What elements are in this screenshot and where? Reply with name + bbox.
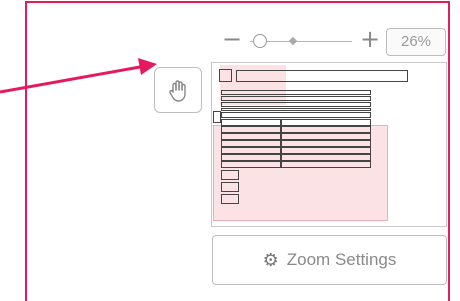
minimap-title-bar (236, 70, 408, 82)
minimap-table-row (281, 147, 371, 154)
minimap-table-row (221, 133, 281, 140)
minimap-block (221, 96, 371, 101)
minimap-table-row (281, 161, 371, 168)
zoom-settings-button[interactable]: ⚙ Zoom Settings (212, 235, 447, 285)
zoom-slider-thumb[interactable] (253, 34, 267, 48)
minimap-small-cell (221, 194, 239, 204)
minimap-table-row (281, 119, 371, 126)
hand-pan-icon (169, 80, 186, 102)
minimap-checkbox (219, 69, 232, 82)
minimap-table-header (221, 112, 371, 118)
minimap-table-row (281, 154, 371, 161)
minimap-table-row (221, 147, 281, 154)
minimap-table-row (281, 133, 371, 140)
minimap-table-row (281, 126, 371, 133)
page-navigator-minimap[interactable] (211, 62, 447, 227)
minimap-table-row (221, 140, 281, 147)
zoom-in-button[interactable]: + (360, 27, 380, 51)
hand-tool-button[interactable] (154, 67, 202, 113)
minimap-table-row (281, 140, 371, 147)
minimap-block (221, 102, 371, 107)
minimap-small-cell (221, 182, 239, 192)
minimap-block (221, 108, 371, 111)
minimap-table-row (221, 126, 281, 133)
minimap-left-edge (213, 111, 221, 123)
minimap-table-row (221, 119, 281, 126)
minimap-table-row (221, 161, 281, 168)
minimap-small-cell (221, 170, 239, 180)
zoom-settings-label: Zoom Settings (286, 250, 397, 269)
gear-icon: ⚙ (262, 249, 279, 271)
zoom-level-display[interactable]: 26% (386, 28, 446, 56)
minimap-table-row (221, 154, 281, 161)
zoom-out-button[interactable]: − (222, 27, 242, 51)
minimap-block (221, 90, 371, 95)
